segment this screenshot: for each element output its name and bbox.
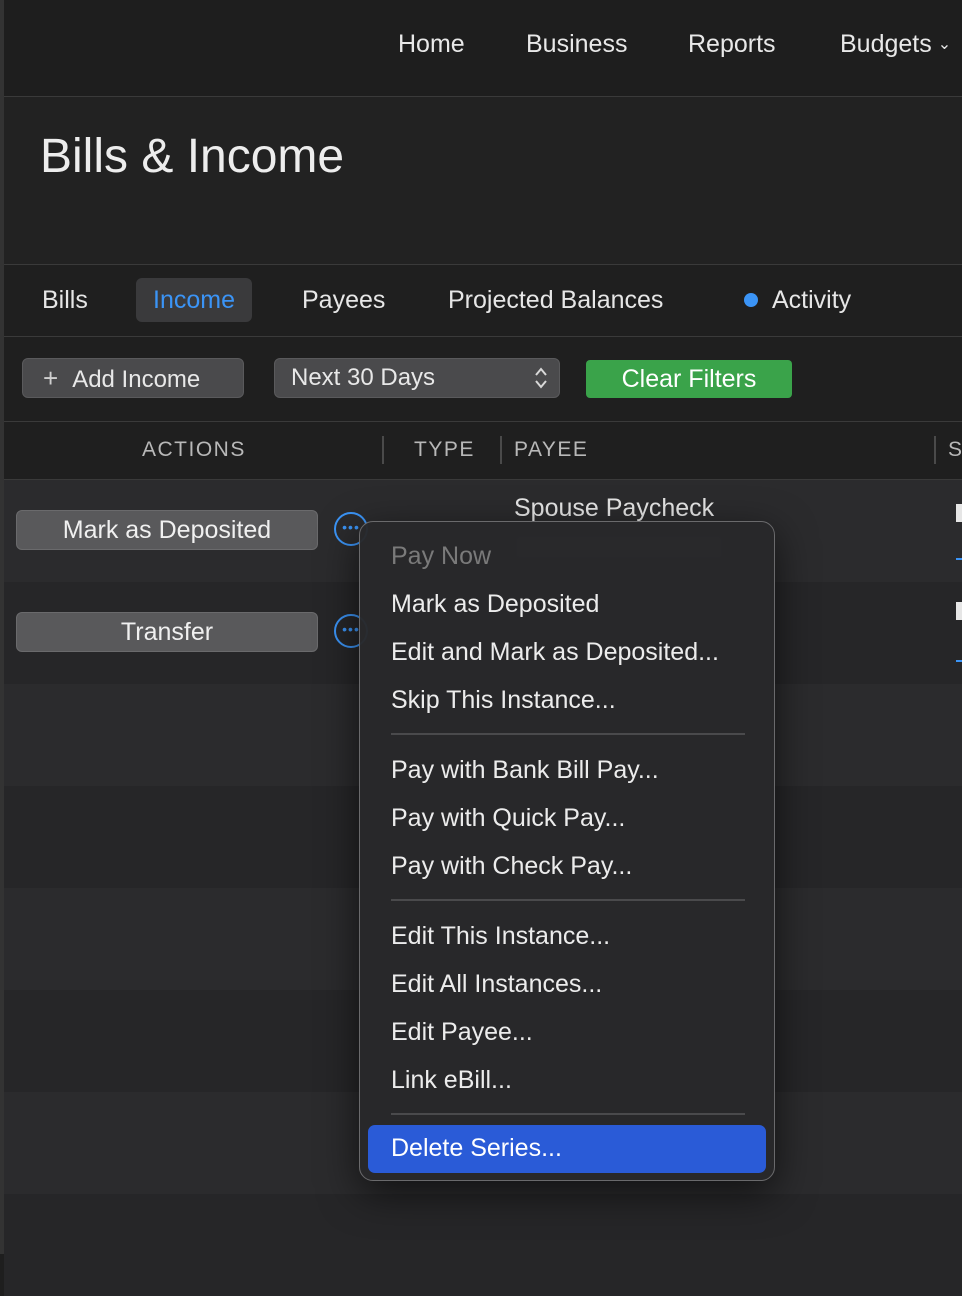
menu-item-link-ebill[interactable]: Link eBill...	[391, 1066, 512, 1095]
add-income-label: Add Income	[72, 366, 201, 393]
menu-item-edit-this-instance[interactable]: Edit This Instance...	[391, 922, 610, 951]
column-header-s[interactable]: S	[948, 438, 962, 462]
menu-item-edit-payee[interactable]: Edit Payee...	[391, 1018, 533, 1047]
menu-separator	[391, 899, 745, 901]
date-range-select[interactable]: Next 30 Days	[274, 358, 560, 398]
menu-item-pay-now: Pay Now	[391, 542, 492, 570]
page-title: Bills & Income	[40, 130, 345, 183]
date-range-value: Next 30 Days	[291, 364, 436, 391]
menu-item-edit-and-mark-deposited[interactable]: Edit and Mark as Deposited...	[391, 638, 719, 667]
tab-income[interactable]: Income	[136, 278, 252, 322]
plus-icon: +	[43, 363, 59, 393]
tab-activity-label: Activity	[772, 286, 852, 314]
column-divider	[934, 436, 936, 464]
column-header-actions[interactable]: ACTIONS	[142, 438, 246, 462]
menu-item-mark-as-deposited[interactable]: Mark as Deposited	[391, 590, 599, 619]
tab-activity[interactable]: Activity	[744, 278, 851, 322]
tab-payees[interactable]: Payees	[302, 278, 385, 322]
menu-item-delete-series[interactable]: Delete Series...	[368, 1125, 766, 1173]
status-text-clipped	[956, 504, 962, 522]
table-row	[4, 1194, 962, 1296]
page-header: Bills & Income	[4, 97, 962, 265]
status-link-clipped[interactable]	[956, 538, 962, 560]
menu-item-pay-check-pay[interactable]: Pay with Check Pay...	[391, 852, 632, 881]
toolbar: + Add Income Next 30 Days Clear Filters	[4, 337, 962, 422]
nav-budgets[interactable]: Budgets ⌄	[840, 30, 951, 59]
payee-name[interactable]: Spouse Paycheck	[514, 494, 714, 523]
status-link-clipped[interactable]	[956, 640, 962, 662]
tab-projected-balances[interactable]: Projected Balances	[448, 278, 663, 322]
nav-home[interactable]: Home	[398, 30, 465, 59]
menu-separator	[391, 1113, 745, 1115]
tab-bills[interactable]: Bills	[42, 278, 88, 322]
top-navigation: Home Business Reports Budgets ⌄	[4, 0, 962, 97]
nav-reports[interactable]: Reports	[688, 30, 776, 59]
menu-item-edit-all-instances[interactable]: Edit All Instances...	[391, 970, 602, 999]
nav-business[interactable]: Business	[526, 30, 627, 59]
transfer-button[interactable]: Transfer	[16, 612, 318, 652]
menu-item-delete-series-label: Delete Series...	[391, 1134, 562, 1162]
column-divider	[500, 436, 502, 464]
chevron-down-icon: ⌄	[937, 36, 952, 53]
context-menu: Pay Now Mark as Deposited Edit and Mark …	[359, 521, 775, 1181]
tab-bar: Bills Income Payees Projected Balances A…	[4, 265, 962, 337]
chevron-updown-icon	[535, 367, 547, 389]
menu-item-pay-quick-pay[interactable]: Pay with Quick Pay...	[391, 804, 625, 833]
status-text-clipped	[956, 602, 962, 620]
add-income-button[interactable]: + Add Income	[22, 358, 244, 398]
menu-item-skip-instance[interactable]: Skip This Instance...	[391, 686, 616, 715]
menu-separator	[391, 733, 745, 735]
nav-budgets-label: Budgets	[840, 30, 932, 58]
clear-filters-button[interactable]: Clear Filters	[586, 360, 792, 398]
column-divider	[382, 436, 384, 464]
column-header-payee[interactable]: PAYEE	[514, 438, 588, 462]
activity-dot-icon	[744, 293, 758, 307]
column-header-type[interactable]: TYPE	[414, 438, 475, 462]
mark-as-deposited-button[interactable]: Mark as Deposited	[16, 510, 318, 550]
table-header: ACTIONS TYPE PAYEE S	[4, 422, 962, 480]
menu-item-pay-bank-bill-pay[interactable]: Pay with Bank Bill Pay...	[391, 756, 659, 785]
